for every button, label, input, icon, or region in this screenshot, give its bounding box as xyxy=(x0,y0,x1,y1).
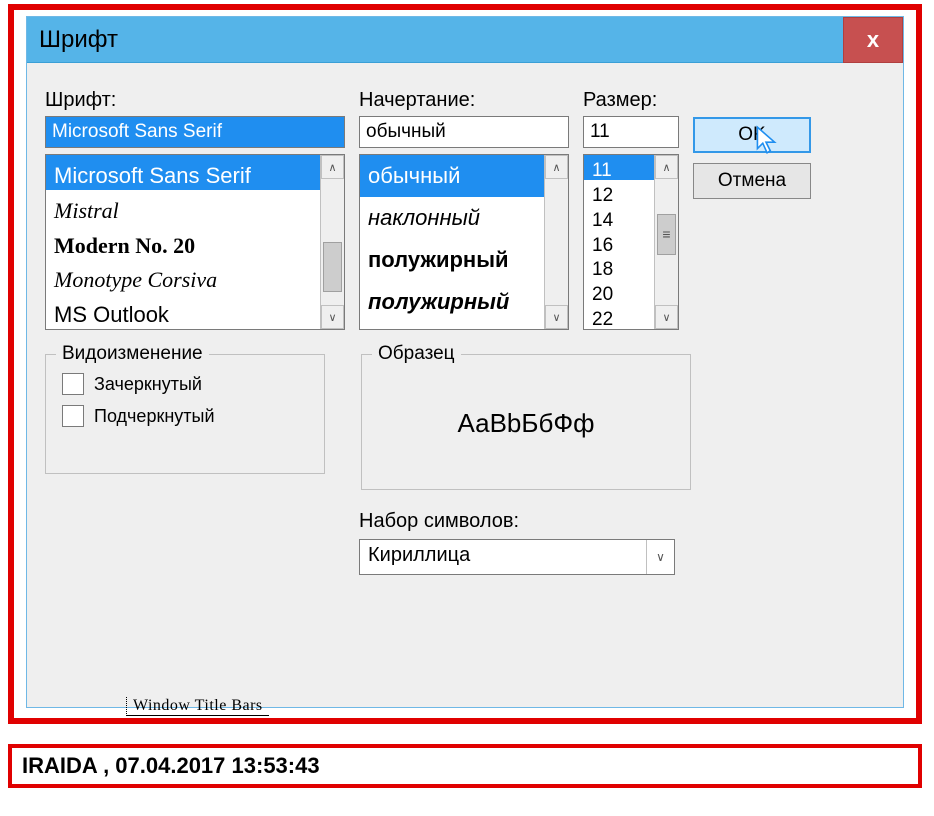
cancel-label: Отмена xyxy=(718,170,786,192)
checkbox-icon xyxy=(62,405,84,427)
list-item[interactable]: Mistral xyxy=(46,190,320,225)
sample-text: АаBbБбФф xyxy=(378,373,674,473)
buttons-column: OK Отмена xyxy=(693,117,811,199)
list-item[interactable]: полужирный xyxy=(360,239,544,281)
titlebar[interactable]: Шрифт x xyxy=(27,17,903,63)
chevron-down-icon[interactable]: ∨ xyxy=(646,540,674,574)
list-item[interactable]: Modern No. 20 xyxy=(46,225,320,260)
script-value: Кириллица xyxy=(360,540,646,574)
scroll-up-icon[interactable]: ∧ xyxy=(655,155,678,179)
close-button[interactable]: x xyxy=(843,17,903,63)
strikeout-checkbox[interactable]: Зачеркнутый xyxy=(62,373,308,395)
list-item[interactable]: Microsoft Sans Serif xyxy=(46,155,320,190)
sample-legend: Образец xyxy=(372,343,461,365)
list-item[interactable]: полужирный xyxy=(360,281,544,323)
list-item[interactable]: 18 xyxy=(584,254,654,279)
size-label: Размер: xyxy=(583,89,679,112)
sample-group: Образец АаBbБбФф xyxy=(361,354,691,490)
font-dialog: Шрифт x Шрифт: Microsoft Sans Serif Mist xyxy=(26,16,904,708)
cancel-button[interactable]: Отмена xyxy=(693,163,811,199)
list-item[interactable]: 22 xyxy=(584,304,654,329)
list-item[interactable]: 20 xyxy=(584,279,654,304)
underline-checkbox[interactable]: Подчеркнутый xyxy=(62,405,308,427)
checkbox-icon xyxy=(62,373,84,395)
scroll-grip-icon: ≡ xyxy=(658,215,675,253)
scroll-up-icon[interactable]: ∧ xyxy=(545,155,568,179)
font-column: Шрифт: Microsoft Sans Serif Mistral Mode… xyxy=(45,89,345,330)
close-icon: x xyxy=(867,27,879,53)
dialog-frame: Шрифт x Шрифт: Microsoft Sans Serif Mist xyxy=(8,4,922,724)
size-input[interactable] xyxy=(583,116,679,148)
list-item[interactable]: MS Outlook xyxy=(46,294,320,329)
style-label: Начертание: xyxy=(359,89,569,112)
dialog-title: Шрифт xyxy=(39,26,118,54)
scrollbar[interactable]: ∧ ≡ ∨ xyxy=(654,155,678,329)
scroll-down-icon[interactable]: ∨ xyxy=(655,305,678,329)
list-item[interactable]: Monotype Corsiva xyxy=(46,259,320,294)
list-item[interactable]: наклонный xyxy=(360,197,544,239)
size-listbox[interactable]: 11 12 14 16 18 20 22 ∧ xyxy=(583,154,679,330)
footer-bar: IRAIDA , 07.04.2017 13:53:43 xyxy=(8,744,922,788)
background-fragment: Window Title Bars xyxy=(126,697,269,716)
scroll-thumb[interactable]: ≡ xyxy=(657,214,676,254)
style-input[interactable] xyxy=(359,116,569,148)
list-item[interactable]: 14 xyxy=(584,205,654,230)
underline-label: Подчеркнутый xyxy=(94,406,215,427)
list-item[interactable]: 16 xyxy=(584,230,654,255)
footer-text: IRAIDA , 07.04.2017 13:53:43 xyxy=(22,753,320,779)
script-label: Набор символов: xyxy=(359,510,885,533)
ok-button[interactable]: OK xyxy=(693,117,811,153)
effects-legend: Видоизменение xyxy=(56,343,209,365)
style-listbox[interactable]: обычный наклонный полужирный полужирный … xyxy=(359,154,569,330)
list-item[interactable]: 11 xyxy=(584,155,654,180)
scrollbar[interactable]: ∧ ∨ xyxy=(544,155,568,329)
scroll-thumb[interactable] xyxy=(323,242,342,292)
font-listbox[interactable]: Microsoft Sans Serif Mistral Modern No. … xyxy=(45,154,345,330)
cursor-icon xyxy=(753,125,779,155)
scroll-down-icon[interactable]: ∨ xyxy=(545,305,568,329)
scrollbar[interactable]: ∧ ∨ xyxy=(320,155,344,329)
scroll-down-icon[interactable]: ∨ xyxy=(321,305,344,329)
size-column: Размер: 11 12 14 16 18 20 22 xyxy=(583,89,679,330)
strikeout-label: Зачеркнутый xyxy=(94,374,202,395)
effects-group: Видоизменение Зачеркнутый Подчеркнутый xyxy=(45,354,325,474)
script-combobox[interactable]: Кириллица ∨ xyxy=(359,539,675,575)
scroll-up-icon[interactable]: ∧ xyxy=(321,155,344,179)
list-item[interactable]: 12 xyxy=(584,180,654,205)
font-label: Шрифт: xyxy=(45,89,345,112)
list-item[interactable]: обычный xyxy=(360,155,544,197)
font-input[interactable] xyxy=(45,116,345,148)
style-column: Начертание: обычный наклонный полужирный… xyxy=(359,89,569,330)
